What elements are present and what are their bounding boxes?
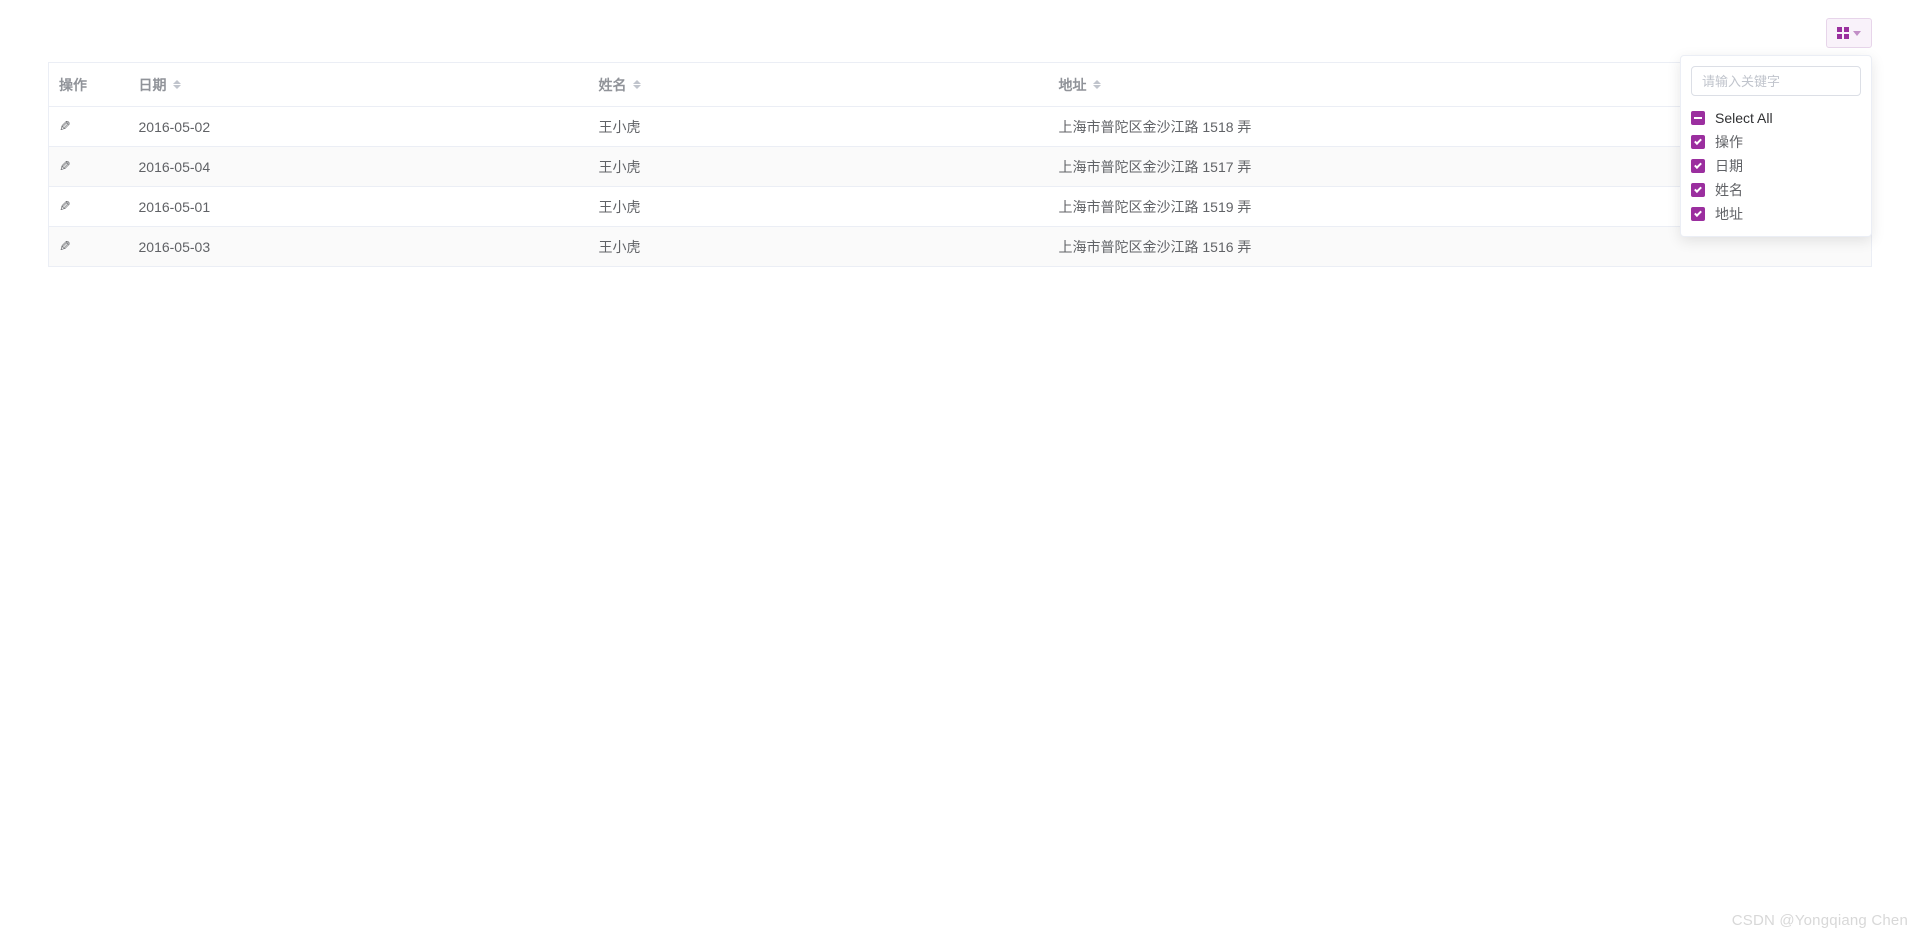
option-label: Select All bbox=[1715, 110, 1773, 126]
column-settings-popover: Select All 操作日期姓名地址 bbox=[1680, 55, 1872, 237]
grid-icon bbox=[1837, 27, 1849, 39]
cell-date: 2016-05-04 bbox=[129, 147, 589, 187]
option-label: 日期 bbox=[1715, 156, 1743, 176]
cell-date: 2016-05-01 bbox=[129, 187, 589, 227]
toolbar bbox=[48, 18, 1872, 48]
edit-icon[interactable]: ✎ bbox=[59, 238, 71, 255]
cell-name: 王小虎 bbox=[589, 227, 1049, 267]
edit-icon[interactable]: ✎ bbox=[59, 118, 71, 135]
sort-icon[interactable] bbox=[173, 80, 181, 89]
column-option[interactable]: 姓名 bbox=[1691, 178, 1861, 202]
table-row: ✎2016-05-02王小虎上海市普陀区金沙江路 1518 弄 bbox=[49, 107, 1872, 147]
checkbox-checked-icon bbox=[1691, 183, 1705, 197]
checkbox-checked-icon bbox=[1691, 207, 1705, 221]
chevron-down-icon bbox=[1853, 31, 1861, 36]
cell-date: 2016-05-03 bbox=[129, 227, 589, 267]
column-header-name[interactable]: 姓名 bbox=[589, 63, 1049, 107]
column-settings-button[interactable] bbox=[1826, 18, 1872, 48]
sort-icon[interactable] bbox=[1093, 80, 1101, 89]
column-option[interactable]: 操作 bbox=[1691, 130, 1861, 154]
checkbox-checked-icon bbox=[1691, 159, 1705, 173]
column-option-list: Select All 操作日期姓名地址 bbox=[1691, 106, 1861, 226]
column-header-date[interactable]: 日期 bbox=[129, 63, 589, 107]
watermark: CSDN @Yongqiang Chen bbox=[1732, 912, 1908, 929]
header-label: 地址 bbox=[1059, 75, 1087, 95]
select-all-option[interactable]: Select All bbox=[1691, 106, 1861, 130]
data-table: 操作 日期 姓名 地址 bbox=[48, 62, 1872, 267]
option-label: 操作 bbox=[1715, 132, 1743, 152]
header-label: 日期 bbox=[139, 75, 167, 95]
edit-icon[interactable]: ✎ bbox=[59, 198, 71, 215]
header-label: 操作 bbox=[59, 75, 87, 95]
table-row: ✎2016-05-03王小虎上海市普陀区金沙江路 1516 弄 bbox=[49, 227, 1872, 267]
table-row: ✎2016-05-01王小虎上海市普陀区金沙江路 1519 弄 bbox=[49, 187, 1872, 227]
option-label: 姓名 bbox=[1715, 180, 1743, 200]
header-label: 姓名 bbox=[599, 75, 627, 95]
column-header-action: 操作 bbox=[49, 63, 129, 107]
sort-icon[interactable] bbox=[633, 80, 641, 89]
edit-icon[interactable]: ✎ bbox=[59, 158, 71, 175]
cell-name: 王小虎 bbox=[589, 187, 1049, 227]
cell-name: 王小虎 bbox=[589, 147, 1049, 187]
checkbox-checked-icon bbox=[1691, 135, 1705, 149]
cell-date: 2016-05-02 bbox=[129, 107, 589, 147]
table-row: ✎2016-05-04王小虎上海市普陀区金沙江路 1517 弄 bbox=[49, 147, 1872, 187]
option-label: 地址 bbox=[1715, 204, 1743, 224]
column-search-input[interactable] bbox=[1691, 66, 1861, 96]
column-option[interactable]: 地址 bbox=[1691, 202, 1861, 226]
column-option[interactable]: 日期 bbox=[1691, 154, 1861, 178]
cell-name: 王小虎 bbox=[589, 107, 1049, 147]
checkbox-indeterminate-icon bbox=[1691, 111, 1705, 125]
